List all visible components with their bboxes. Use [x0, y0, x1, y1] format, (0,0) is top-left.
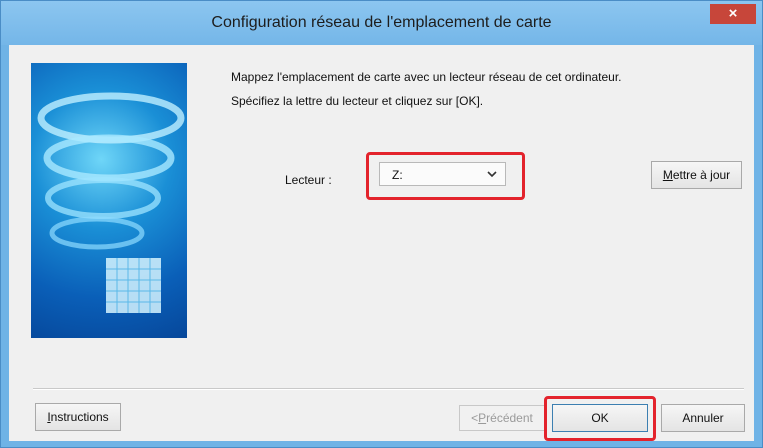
update-button-label: ettre à jour — [672, 168, 731, 182]
drive-select-value: Z: — [392, 168, 403, 182]
previous-button[interactable]: <Précédent — [459, 405, 545, 431]
window-title: Configuration réseau de l'emplacement de… — [211, 14, 552, 31]
description-line-1: Mappez l'emplacement de carte avec un le… — [231, 70, 622, 84]
instructions-button[interactable]: Instructions — [35, 403, 121, 431]
dialog-body: Mappez l'emplacement de carte avec un le… — [9, 45, 754, 441]
chevron-down-icon — [486, 166, 498, 185]
banner-art — [37, 92, 185, 313]
update-button-mnemonic: M — [662, 168, 673, 182]
drive-select[interactable]: Z: — [379, 162, 506, 186]
close-icon: × — [728, 5, 738, 22]
banner-image — [31, 63, 187, 338]
instructions-button-label: nstructions — [50, 410, 109, 424]
title-bar[interactable]: Configuration réseau de l'emplacement de… — [1, 1, 762, 45]
description-line-2: Spécifiez la lettre du lecteur et clique… — [231, 94, 484, 108]
previous-button-mnemonic: P — [478, 411, 487, 425]
previous-button-label: récédent — [486, 411, 533, 425]
dialog-window: Configuration réseau de l'emplacement de… — [0, 0, 763, 448]
update-button[interactable]: Mettre à jour — [651, 161, 742, 189]
cancel-button[interactable]: Annuler — [661, 404, 745, 432]
close-button[interactable]: × — [710, 4, 756, 24]
ok-button[interactable]: OK — [552, 404, 648, 432]
separator — [33, 388, 744, 390]
drive-label: Lecteur : — [285, 173, 332, 187]
